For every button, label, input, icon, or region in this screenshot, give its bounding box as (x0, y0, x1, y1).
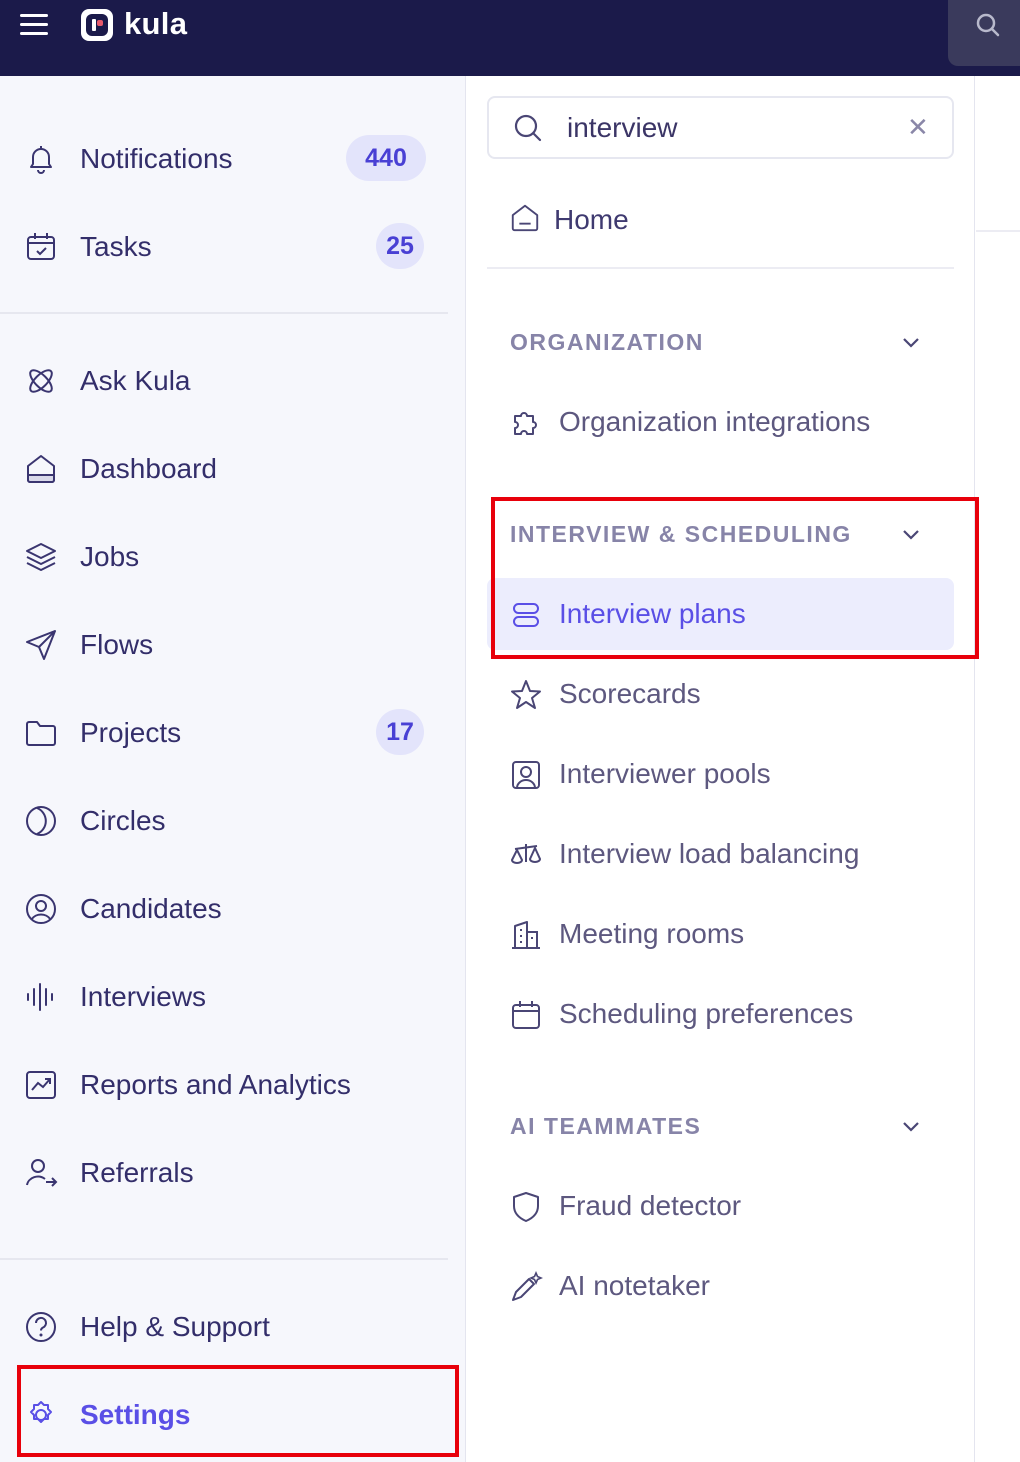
sidebar-item-tasks[interactable]: Tasks 25 (0, 218, 466, 274)
settings-panel: ✕ Home ORGANIZATION Organization integra… (467, 76, 975, 1462)
sidebar-item-dashboard[interactable]: Dashboard (0, 440, 466, 496)
bell-icon (30, 146, 52, 174)
section-header-ai-teammates[interactable]: AI TEAMMATES (510, 1113, 701, 1140)
settings-item-organization-integrations[interactable]: Organization integrations (487, 386, 954, 458)
settings-item-label: Fraud detector (559, 1190, 742, 1221)
sidebar-item-label: Tasks (80, 231, 152, 262)
settings-item-label: Scheduling preferences (559, 998, 854, 1029)
sidebar-item-label: Projects (80, 717, 182, 748)
star-icon (511, 680, 541, 709)
sidebar-item-jobs[interactable]: Jobs (0, 528, 466, 584)
hamburger-menu-icon[interactable] (20, 14, 50, 38)
home-icon (511, 204, 539, 232)
settings-item-fraud-detector[interactable]: Fraud detector (487, 1170, 954, 1242)
sidebar-item-label: Help & Support (80, 1311, 270, 1342)
chevron-down-icon[interactable] (901, 333, 921, 353)
send-icon (26, 630, 56, 660)
settings-item-interview-load-balancing[interactable]: Interview load balancing (487, 818, 954, 890)
settings-item-scorecards[interactable]: Scorecards (487, 658, 954, 730)
settings-item-label: Meeting rooms (559, 918, 745, 949)
sidebar: Notifications 440 Tasks 25 Ask Kula Dash… (0, 76, 466, 1462)
sidebar-item-candidates[interactable]: Candidates (0, 880, 466, 936)
brand-name: kula (124, 6, 188, 41)
sidebar-item-flows[interactable]: Flows (0, 616, 466, 672)
user-arrow-icon (26, 1159, 58, 1187)
settings-item-label: Organization integrations (559, 406, 871, 437)
circles-icon (26, 806, 56, 836)
folder-icon (26, 721, 56, 746)
home-icon (27, 455, 55, 483)
sidebar-item-reports[interactable]: Reports and Analytics (0, 1056, 466, 1112)
atom-icon (29, 369, 53, 393)
sidebar-item-help-support[interactable]: Help & Support (0, 1298, 466, 1354)
tasks-count-badge: 25 (376, 223, 424, 269)
settings-item-scheduling-preferences[interactable]: Scheduling preferences (487, 978, 954, 1050)
sidebar-divider (0, 312, 448, 314)
settings-item-ai-notetaker[interactable]: AI notetaker (487, 1250, 954, 1322)
calendar-check-icon (27, 233, 55, 260)
chevron-down-icon[interactable] (901, 1117, 921, 1137)
section-header-organization[interactable]: ORGANIZATION (510, 329, 704, 356)
layers-icon (26, 543, 56, 571)
settings-search-input[interactable] (567, 108, 887, 148)
panel-divider (487, 267, 954, 269)
settings-home-link[interactable]: Home (487, 192, 954, 248)
clear-search-icon[interactable]: ✕ (907, 112, 929, 143)
calendar-icon (512, 1001, 540, 1029)
content-divider (976, 230, 1020, 232)
sidebar-item-label: Dashboard (80, 453, 217, 484)
user-square-icon (512, 761, 540, 789)
sidebar-item-interviews[interactable]: Interviews (0, 968, 466, 1024)
sidebar-item-projects[interactable]: Projects 17 (0, 704, 466, 760)
search-icon (976, 13, 1000, 37)
settings-item-label: AI notetaker (559, 1270, 710, 1301)
sidebar-item-label: Flows (80, 629, 154, 660)
global-search-button[interactable] (948, 0, 1020, 66)
pen-sparkle-icon (512, 1270, 543, 1301)
highlight-interview-plans (491, 497, 979, 659)
settings-item-label: Interviewer pools (559, 758, 771, 789)
sidebar-item-label: Reports and Analytics (80, 1069, 351, 1100)
projects-count-badge: 17 (376, 709, 424, 755)
sidebar-item-notifications[interactable]: Notifications 440 (0, 130, 466, 186)
scale-icon (510, 844, 542, 864)
building-icon (512, 921, 540, 949)
sidebar-divider (0, 1258, 448, 1260)
sidebar-item-label: Ask Kula (80, 365, 191, 396)
sidebar-item-label: Circles (80, 805, 166, 836)
settings-item-meeting-rooms[interactable]: Meeting rooms (487, 898, 954, 970)
puzzle-icon (514, 412, 537, 435)
user-circle-icon (26, 894, 56, 924)
top-bar: kula (0, 0, 1020, 76)
kula-logo-icon (81, 9, 113, 41)
highlight-settings (17, 1365, 459, 1457)
sidebar-item-label: Referrals (80, 1157, 194, 1188)
sidebar-item-label: Jobs (80, 541, 140, 572)
home-label: Home (554, 204, 629, 235)
notifications-count-badge: 440 (346, 135, 426, 181)
sidebar-item-label: Notifications (80, 143, 233, 174)
settings-item-label: Interview load balancing (559, 838, 860, 869)
sidebar-item-ask-kula[interactable]: Ask Kula (0, 352, 466, 408)
help-circle-icon (26, 1312, 56, 1342)
settings-search: ✕ (487, 96, 954, 159)
sidebar-item-referrals[interactable]: Referrals (0, 1144, 466, 1200)
sidebar-item-label: Candidates (80, 893, 222, 924)
settings-item-label: Scorecards (559, 678, 701, 709)
settings-item-interviewer-pools[interactable]: Interviewer pools (487, 738, 954, 810)
search-icon (514, 114, 542, 142)
sidebar-item-circles[interactable]: Circles (0, 792, 466, 848)
shield-icon (513, 1192, 539, 1222)
waveform-icon (27, 983, 53, 1011)
sidebar-item-label: Interviews (80, 981, 207, 1012)
chart-icon (26, 1071, 56, 1099)
